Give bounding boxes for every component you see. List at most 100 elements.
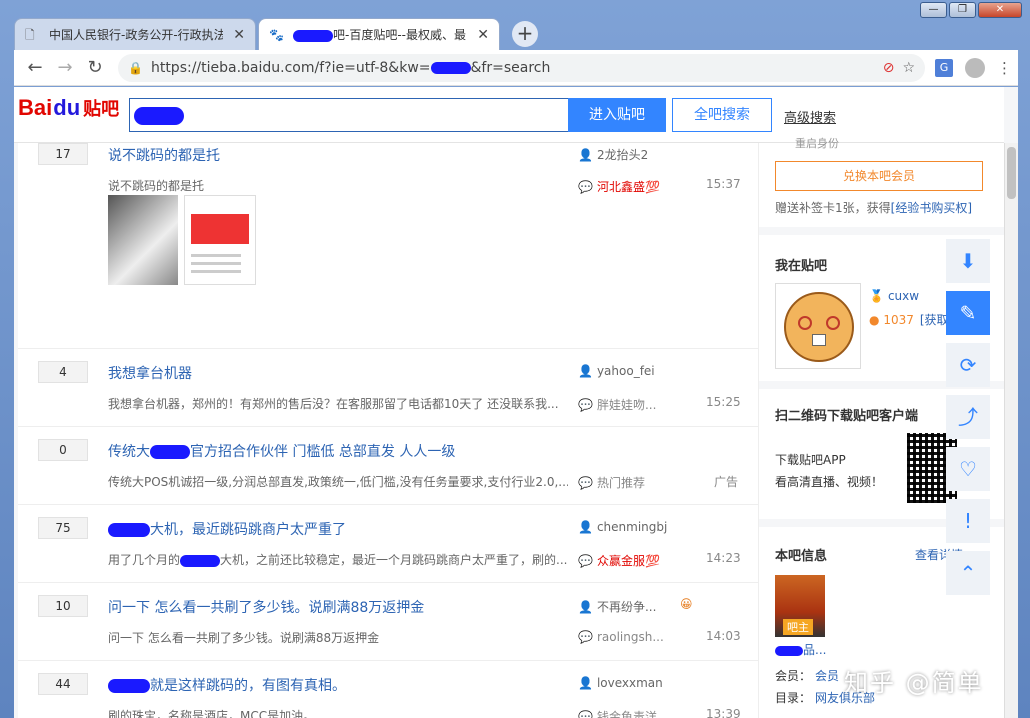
page-scrollbar[interactable] bbox=[1004, 143, 1018, 718]
address-bar[interactable]: 🔒 https://tieba.baidu.com/f?ie=utf-8&kw=… bbox=[118, 53, 925, 82]
thread-author[interactable]: 👤 yahoo_fei bbox=[578, 364, 655, 378]
thread-title[interactable]: 传统大 官方招合作伙伴 门槛低 总部直发 人人一级 bbox=[108, 441, 455, 461]
owner-name[interactable]: 品... bbox=[775, 641, 826, 658]
user-avatar[interactable] bbox=[775, 283, 861, 369]
avatar-eye bbox=[798, 316, 812, 330]
thread-title[interactable]: 我想拿台机器 bbox=[108, 363, 192, 383]
thread-list: 17 说不跳码的都是托 说不跳码的都是托 👤 2龙抬头2 💬 河北鑫盛💯 15:37 bbox=[18, 139, 758, 718]
last-reply-user[interactable]: 💬 胖娃娃吻... bbox=[578, 396, 656, 413]
reply-count: 17 bbox=[38, 143, 88, 165]
refresh-icon[interactable]: ⟳ bbox=[946, 343, 990, 387]
member-exchange-button[interactable]: 兑换本吧会员 bbox=[775, 161, 983, 191]
thread-abstract: 说不跳码的都是托 bbox=[108, 179, 205, 193]
star-icon[interactable]: ☆ bbox=[902, 60, 915, 76]
user-icon: 👤 bbox=[578, 520, 593, 534]
report-icon[interactable]: ! bbox=[946, 499, 990, 543]
thread-row[interactable]: 44 就是这样跳码的，有图有真相。 刷的珠宝，名称是酒店，MCC是加油。 👤 lo… bbox=[18, 661, 758, 718]
reply-time: 15:37 bbox=[706, 177, 741, 191]
thread-image[interactable] bbox=[184, 195, 256, 285]
translate-icon[interactable]: G bbox=[935, 58, 953, 77]
thread-title[interactable]: 大机，最近跳码跳商户太严重了 bbox=[108, 519, 346, 539]
all-search-button[interactable]: 全吧搜索 bbox=[672, 98, 772, 132]
menu-icon[interactable]: ⋮ bbox=[997, 59, 1012, 77]
enter-tieba-button[interactable]: 进入贴吧 bbox=[568, 98, 666, 132]
member-link[interactable]: 会员 bbox=[815, 669, 839, 683]
user-icon: 👤 bbox=[578, 676, 593, 690]
signin-note: 赠送补签卡1张，获得[经验书购买权] bbox=[775, 201, 973, 215]
tab-title: 中国人民银行-政务公开-行政执法 bbox=[49, 28, 224, 42]
zhihu-watermark: 知乎 @简单 bbox=[844, 669, 984, 697]
last-reply-user[interactable]: 💬 众赢金服💯 bbox=[578, 552, 660, 569]
floating-toolbar: ⬇ ✎ ⟳ ⤴ ♡ ! ⌃ bbox=[946, 239, 990, 603]
scrollbar-thumb[interactable] bbox=[1007, 147, 1016, 199]
image-line bbox=[191, 270, 241, 273]
thread-row[interactable]: 75 大机，最近跳码跳商户太严重了 用了几个月的 大机，之前还比较稳定，最近一个月… bbox=[18, 505, 758, 583]
redaction bbox=[150, 445, 190, 459]
profile-icon[interactable] bbox=[965, 57, 985, 78]
favorite-heart-icon[interactable]: ♡ bbox=[946, 447, 990, 491]
forward-icon[interactable]: → bbox=[50, 57, 80, 78]
last-reply-user[interactable]: 💬 raolingsh... bbox=[578, 630, 664, 644]
thread-image[interactable] bbox=[108, 195, 178, 285]
back-to-top-icon[interactable]: ⌃ bbox=[946, 551, 990, 595]
thread-title[interactable]: 说不跳码的都是托 bbox=[108, 145, 220, 165]
last-reply-user[interactable]: 💬 河北鑫盛💯 bbox=[578, 178, 660, 195]
thread-abstract: 用了几个月的 大机，之前还比较稳定，最近一个月跳码跳商户太严重了，刷的... bbox=[108, 553, 568, 567]
level-icon: 🏅 bbox=[869, 289, 884, 303]
ad-label: 广告 bbox=[714, 475, 739, 489]
thread-row[interactable]: 4 我想拿台机器 我想拿台机器，郑州的！有郑州的售后没？在客服那留了电话都10天… bbox=[18, 349, 758, 427]
redaction bbox=[108, 679, 150, 693]
thread-author[interactable]: 👤 2龙抬头2 bbox=[578, 146, 648, 163]
last-reply-user[interactable]: 💬 热门推荐 bbox=[578, 474, 645, 491]
close-tab-icon[interactable]: ✕ bbox=[477, 27, 489, 43]
page-viewport: Bai du 贴吧 进入贴吧 全吧搜索 高级搜索 17 说不跳码的都是托 说不跳码的… bbox=[14, 87, 1018, 718]
document-icon: 🗋 bbox=[25, 27, 35, 42]
minimize-button[interactable]: — bbox=[920, 2, 947, 18]
advanced-search-link[interactable]: 高级搜索 bbox=[784, 107, 836, 126]
owner-tag: 吧主 bbox=[783, 619, 813, 635]
thread-row[interactable]: 10 问一下 怎么看一共刷了多少钱。说刷满88万返押金 问一下 怎么看一共刷了多… bbox=[18, 583, 758, 661]
tab-pbc[interactable]: 🗋 中国人民银行-政务公开-行政执法 ✕ bbox=[14, 18, 256, 50]
reload-icon[interactable]: ↻ bbox=[80, 57, 110, 78]
thread-author[interactable]: 👤 不再纷争... bbox=[578, 598, 656, 615]
url-text[interactable]: https://tieba.baidu.com/f?ie=utf-8&kw= &f… bbox=[151, 60, 875, 76]
user-icon: 👤 bbox=[578, 600, 593, 614]
maximize-button[interactable]: ❐ bbox=[949, 2, 976, 18]
last-reply-user[interactable]: 💬 钱金鱼毒洋 bbox=[578, 708, 657, 718]
thread-author[interactable]: 👤 chenmingbj bbox=[578, 520, 667, 534]
thread-author[interactable]: 👤 lovexxman bbox=[578, 676, 663, 690]
new-tab-button[interactable]: + bbox=[512, 21, 538, 47]
member-row: 会员： 会员 bbox=[775, 669, 840, 683]
thread-title[interactable]: 问一下 怎么看一共刷了多少钱。说刷满88万返押金 bbox=[108, 597, 424, 617]
redaction bbox=[293, 29, 333, 42]
thread-row[interactable]: 0 传统大 官方招合作伙伴 门槛低 总部直发 人人一级 传统大POS机诚招一级,分… bbox=[18, 427, 758, 505]
redaction bbox=[775, 645, 803, 656]
comment-icon: 💬 bbox=[578, 180, 593, 194]
tab-tieba[interactable]: 🐾 吧-百度贴吧--最权威、最 ✕ bbox=[258, 18, 500, 50]
close-tab-icon[interactable]: ✕ bbox=[233, 27, 245, 43]
baidu-tieba-logo[interactable]: Bai du 贴吧 bbox=[18, 95, 119, 121]
browser-window: — ❐ ✕ 🗋 中国人民银行-政务公开-行政执法 ✕ 🐾 吧-百度贴吧--最权威… bbox=[0, 0, 1030, 718]
lock-icon[interactable]: 🔒 bbox=[128, 61, 143, 75]
tab-strip: 🗋 中国人民银行-政务公开-行政执法 ✕ 🐾 吧-百度贴吧--最权威、最 ✕ + bbox=[14, 16, 538, 50]
edit-post-icon[interactable]: ✎ bbox=[946, 291, 990, 335]
username-link[interactable]: 🏅 cuxw bbox=[869, 289, 919, 303]
tab-title: 吧-百度贴吧--最权威、最 bbox=[293, 26, 467, 43]
blocked-icon[interactable]: ⊘ bbox=[883, 60, 895, 76]
thread-row[interactable]: 17 说不跳码的都是托 说不跳码的都是托 👤 2龙抬头2 💬 河北鑫盛💯 15:37 bbox=[18, 135, 758, 349]
browser-toolbar: ← → ↻ 🔒 https://tieba.baidu.com/f?ie=utf… bbox=[14, 50, 1018, 86]
download-app-icon[interactable]: ⬇ bbox=[946, 239, 990, 283]
thread-title[interactable]: 就是这样跳码的，有图有真相。 bbox=[108, 675, 346, 695]
close-window-button[interactable]: ✕ bbox=[978, 2, 1022, 18]
exp-book-link[interactable]: [经验书购买权] bbox=[891, 201, 972, 215]
back-icon[interactable]: ← bbox=[20, 57, 50, 78]
reply-time: 15:25 bbox=[706, 395, 741, 409]
my-tieba-heading: 我在贴吧 bbox=[775, 259, 828, 274]
search-input[interactable] bbox=[129, 98, 569, 132]
thread-abstract: 问一下 怎么看一共刷了多少钱。说刷满88万返押金 bbox=[108, 631, 380, 645]
reply-count: 10 bbox=[38, 595, 88, 617]
avatar-tooth bbox=[812, 334, 826, 346]
share-icon[interactable]: ⤴ bbox=[946, 395, 990, 439]
emoji-icon: 😀 bbox=[680, 597, 693, 611]
comment-icon: 💬 bbox=[578, 554, 593, 568]
